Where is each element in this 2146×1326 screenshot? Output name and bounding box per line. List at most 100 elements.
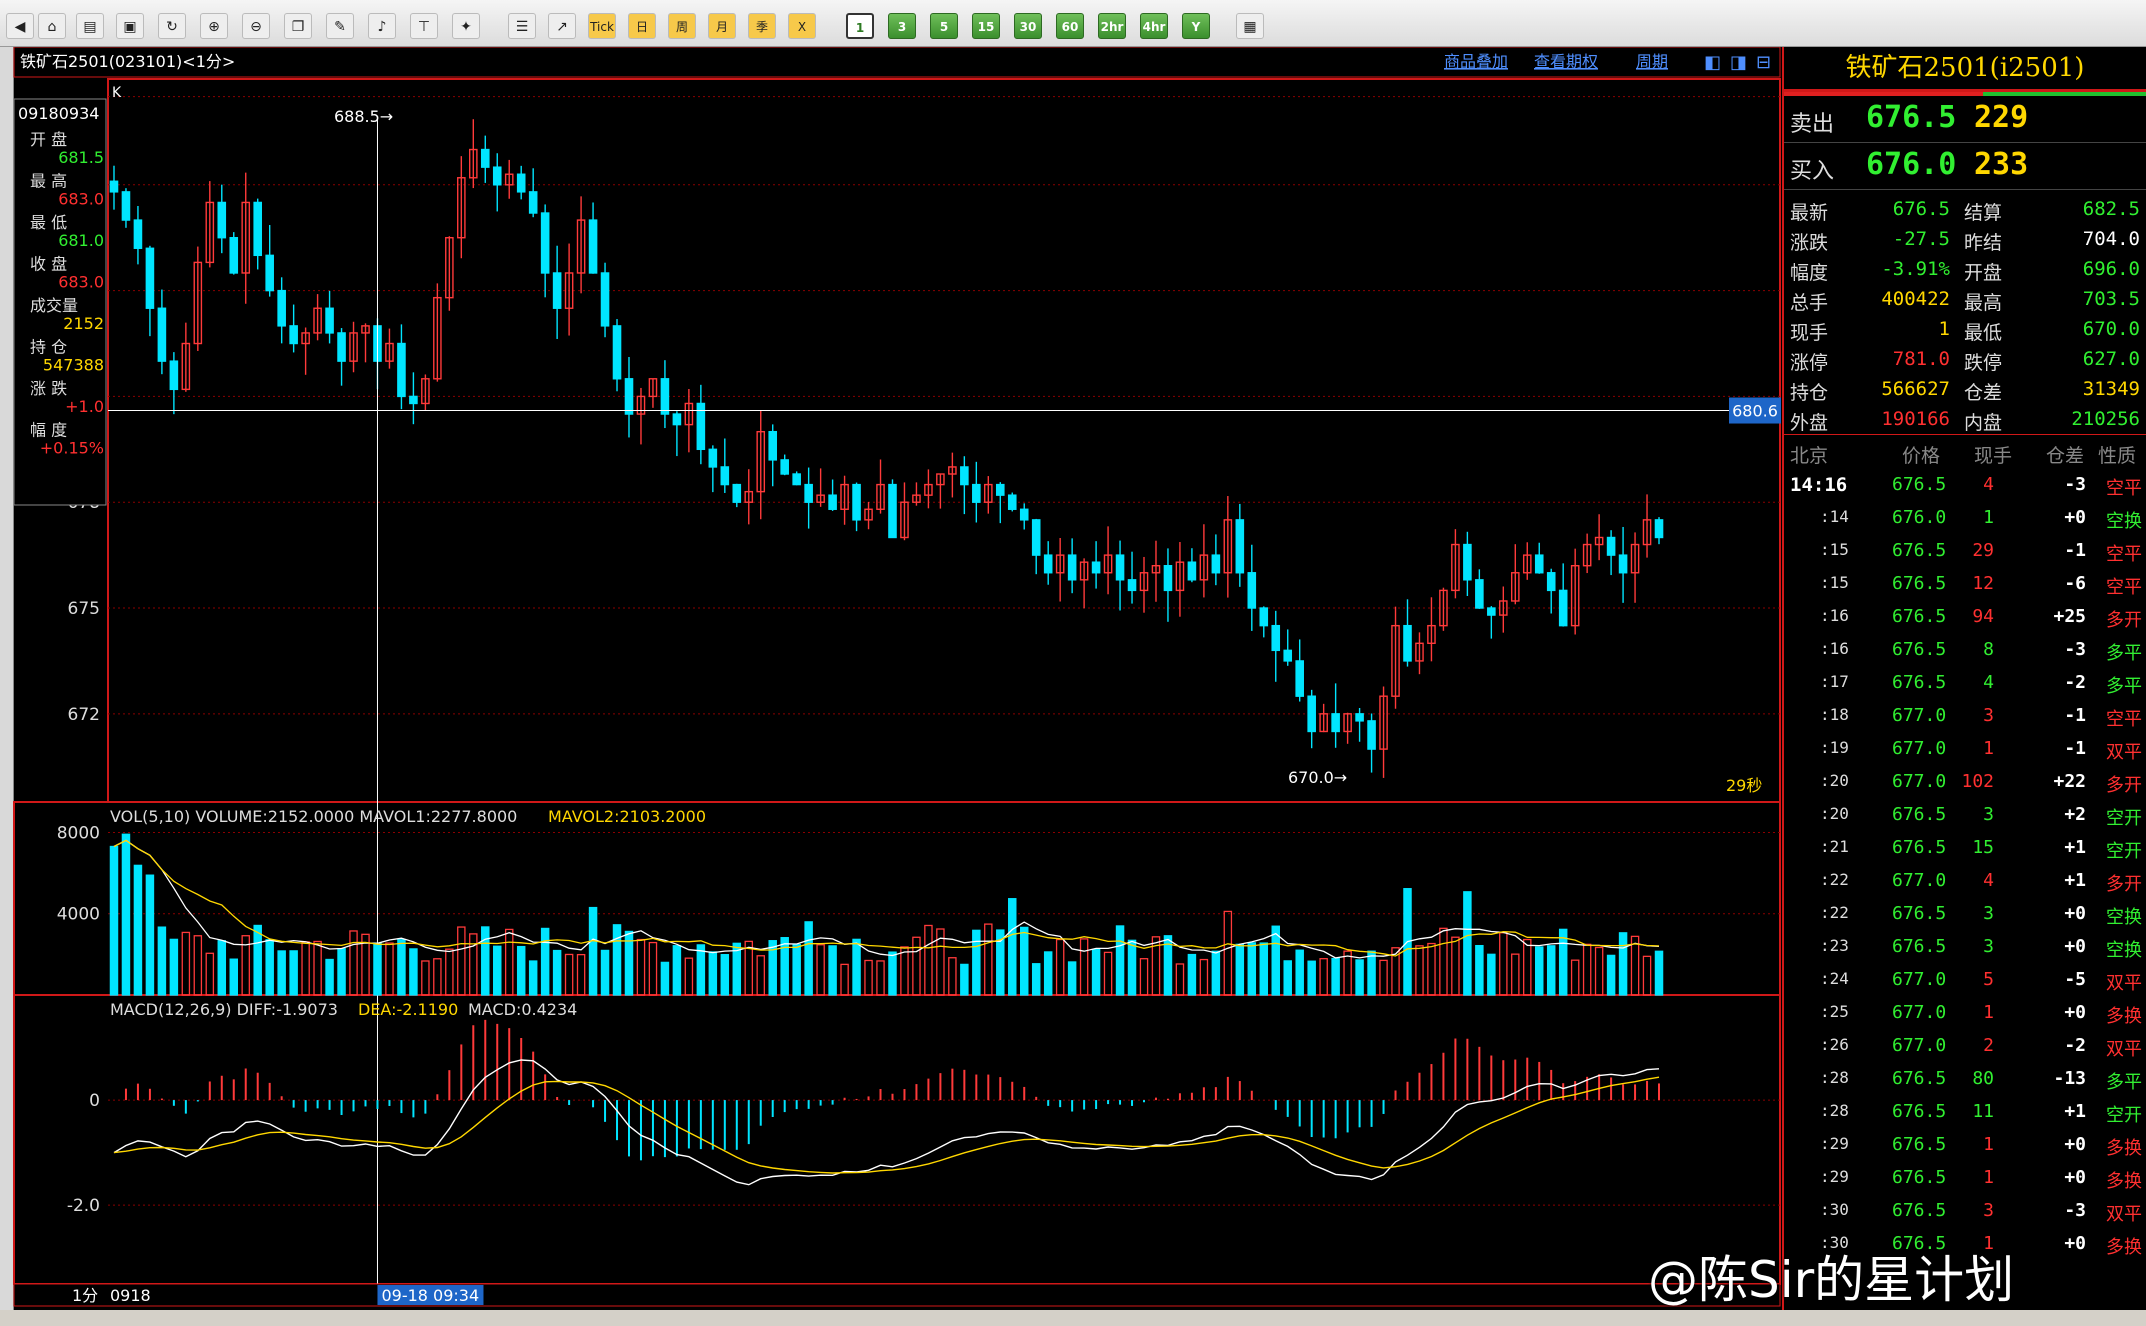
tick-time: :14 (1820, 507, 1849, 526)
video-icon[interactable]: ▣ (116, 13, 144, 39)
volume-bar (1654, 950, 1664, 996)
tick-row[interactable]: :22 676.5 3 +0 空换 (1784, 896, 2146, 929)
zoom-out-icon[interactable]: ⊖ (242, 13, 270, 39)
period-label: 1分 (72, 1286, 98, 1305)
period-btn-5[interactable]: 5 (930, 13, 958, 39)
volume-bar (1283, 960, 1292, 996)
calc-icon[interactable]: ▦ (1236, 13, 1264, 39)
save-icon[interactable]: ▤ (76, 13, 104, 39)
header-nav-icon[interactable]: ◧ (1704, 52, 1721, 73)
tick-time: :15 (1820, 573, 1849, 592)
period-btn-3[interactable]: 3 (888, 13, 916, 39)
tick-row[interactable]: :24 677.0 5 -5 双平 (1784, 962, 2146, 995)
back-icon[interactable]: ◀ (6, 13, 34, 39)
candle-body (1606, 536, 1616, 556)
tick-row[interactable]: :29 676.5 1 +0 多换 (1784, 1160, 2146, 1193)
info-value: 547388 (43, 356, 104, 375)
period-btn-1[interactable]: 1 (846, 13, 874, 39)
tick-row[interactable]: :20 676.5 3 +2 空开 (1784, 797, 2146, 830)
pen-icon[interactable]: ✎ (326, 13, 354, 39)
period-btn-Y[interactable]: Y (1182, 13, 1210, 39)
stat-value: 627.0 (2082, 348, 2140, 370)
stat-value: 400422 (1881, 288, 1950, 310)
toolbar-btn-4[interactable]: 季 (748, 13, 776, 39)
tick-row[interactable]: :17 676.5 4 -2 多平 (1784, 665, 2146, 698)
tick-row[interactable]: :25 677.0 1 +0 多换 (1784, 995, 2146, 1028)
chart-area[interactable]: 铁矿石2501(023101)<1分> 商品叠加 查看期权 周期 ◧ ◨ ⊟ 672 675 67… (0, 47, 1782, 1326)
header-nav-icon[interactable]: ◨ (1730, 52, 1747, 73)
toolbar-btn-5[interactable]: X (788, 13, 816, 39)
tick-nature: 双平 (2106, 1204, 2142, 1224)
header-nav-icon[interactable]: ⊟ (1756, 52, 1771, 73)
volume-bar (984, 923, 993, 996)
candle-body (995, 483, 1005, 496)
zoom-in-icon[interactable]: ⊕ (200, 13, 228, 39)
bell-icon[interactable]: ♪ (368, 13, 396, 39)
volume-bar (672, 945, 682, 996)
filter-icon[interactable]: ⊤ (410, 13, 438, 39)
volume-bar (229, 958, 239, 996)
macd-label: MACD(12,26,9) DIFF:-1.9073 (110, 1000, 338, 1019)
candle-body (1115, 554, 1125, 581)
period-btn-4hr[interactable]: 4hr (1140, 13, 1168, 39)
toolbar-btn-3[interactable]: 月 (708, 13, 736, 39)
tick-row[interactable]: :20 677.0 102 +22 多开 (1784, 764, 2146, 797)
period-btn-2hr[interactable]: 2hr (1098, 13, 1126, 39)
info-label: 收 盘 (30, 255, 67, 274)
tick-row[interactable]: :16 676.5 8 -3 多平 (1784, 632, 2146, 665)
table-icon[interactable]: ☰ (508, 13, 536, 39)
tick-row[interactable]: :18 677.0 3 -1 空平 (1784, 698, 2146, 731)
tick-oi-change: +2 (2064, 804, 2086, 825)
volume-bar (1415, 945, 1424, 996)
candle-body (888, 483, 897, 539)
tick-row[interactable]: :28 676.5 80 -13 多平 (1784, 1061, 2146, 1094)
toolbar-btn-2[interactable]: 周 (668, 13, 696, 39)
tick-oi-change: +1 (2064, 837, 2086, 858)
toolbar-btn-0[interactable]: Tick (588, 13, 616, 39)
volume-bar (852, 938, 861, 996)
toolbar-btn-1[interactable]: 日 (628, 13, 656, 39)
tick-nature: 空开 (2106, 808, 2142, 828)
tick-row[interactable]: :15 676.5 12 -6 空平 (1784, 566, 2146, 599)
header-link[interactable]: 商品叠加 (1444, 52, 1508, 71)
tick-price: 677.0 (1892, 870, 1947, 891)
tick-row[interactable]: :26 677.0 2 -2 双平 (1784, 1028, 2146, 1061)
period-btn-30[interactable]: 30 (1014, 13, 1042, 39)
home-icon[interactable]: ⌂ (38, 13, 66, 39)
tick-nature: 双平 (2106, 1039, 2142, 1059)
tick-row[interactable]: :14 676.0 1 +0 空换 (1784, 500, 2146, 533)
period-btn-60[interactable]: 60 (1056, 13, 1084, 39)
period-btn-15[interactable]: 15 (972, 13, 1000, 39)
buy-volume: 233 (1974, 147, 2029, 182)
tick-row[interactable]: :19 677.0 1 -1 双平 (1784, 731, 2146, 764)
new-icon[interactable]: ✦ (452, 13, 480, 39)
volume-bar (409, 948, 418, 996)
tick-row[interactable]: :23 676.5 3 +0 空换 (1784, 929, 2146, 962)
tick-oi-change: -3 (2064, 474, 2086, 495)
chart-icon[interactable]: ↗ (548, 13, 576, 39)
header-link[interactable]: 查看期权 (1534, 52, 1598, 71)
macd-axis-label: -2.0 (67, 1196, 100, 1216)
tick-price: 676.5 (1892, 672, 1947, 693)
tick-row[interactable]: :15 676.5 29 -1 空平 (1784, 533, 2146, 566)
tick-volume: 1 (1983, 1134, 1994, 1155)
header-link[interactable]: 周期 (1636, 52, 1668, 71)
tick-row[interactable]: :22 677.0 4 +1 多开 (1784, 863, 2146, 896)
tick-row[interactable]: :29 676.5 1 +0 多换 (1784, 1127, 2146, 1160)
tick-row[interactable]: :16 676.5 94 +25 多开 (1784, 599, 2146, 632)
tick-row[interactable]: 14:16 676.5 4 -3 空平 (1784, 467, 2146, 500)
tick-row[interactable]: :28 676.5 11 +1 空开 (1784, 1094, 2146, 1127)
tick-list[interactable]: 14:16 676.5 4 -3 空平:14 676.0 1 +0 空换:15 … (1784, 467, 2146, 1259)
refresh-icon[interactable]: ↻ (158, 13, 186, 39)
tick-row[interactable]: :30 676.5 3 -3 双平 (1784, 1193, 2146, 1226)
window-icon[interactable]: ❐ (284, 13, 312, 39)
candle-body (612, 325, 622, 380)
candle-body (972, 483, 981, 503)
volume-bar (169, 938, 179, 996)
candle-body (624, 378, 634, 415)
volume-bar (1487, 953, 1496, 996)
tick-row[interactable]: :21 676.5 15 +1 空开 (1784, 830, 2146, 863)
candle-body (217, 201, 227, 239)
volume-bar (804, 921, 813, 996)
stat-value: 566627 (1881, 378, 1950, 400)
